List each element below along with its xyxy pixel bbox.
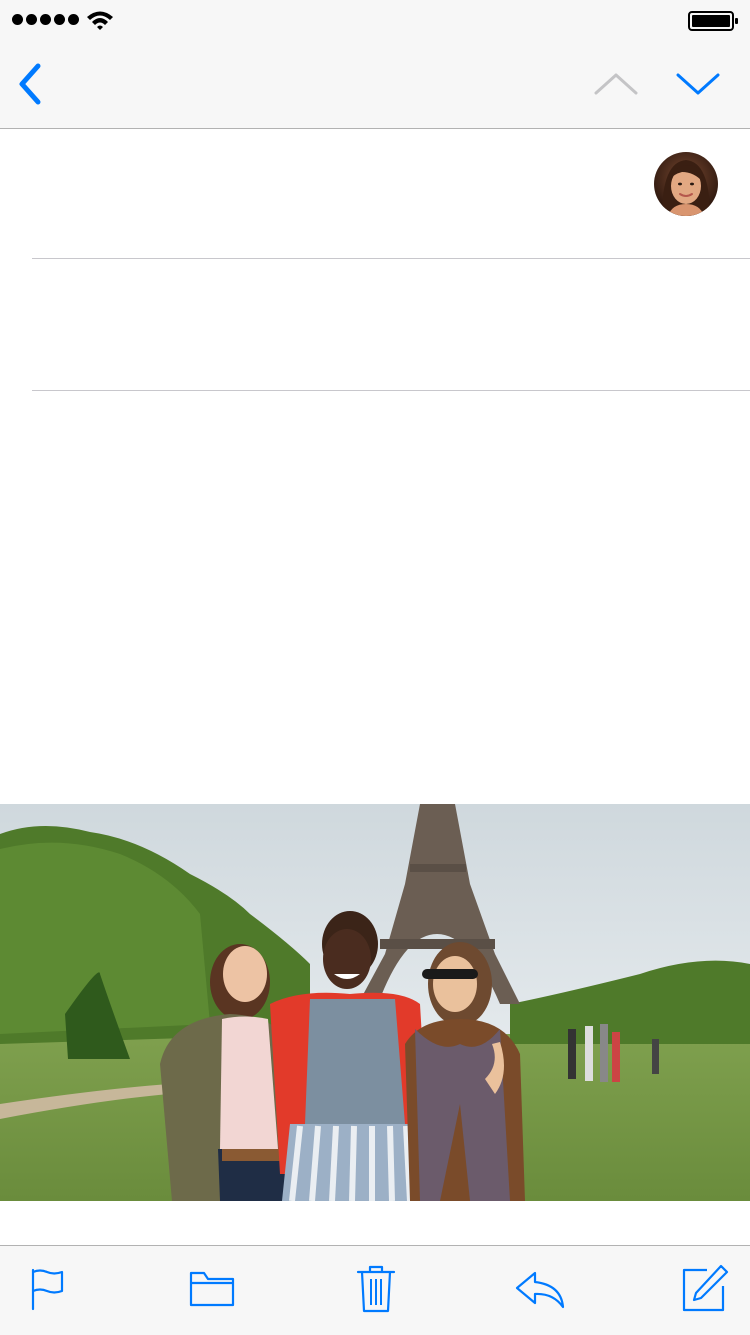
flag-icon bbox=[31, 1268, 64, 1311]
chevron-up-icon bbox=[594, 73, 638, 95]
next-message-button[interactable] bbox=[670, 60, 726, 108]
signal-strength-icon bbox=[12, 14, 79, 25]
wifi-icon bbox=[87, 11, 113, 30]
signal-dot bbox=[12, 14, 23, 25]
attached-photo[interactable] bbox=[0, 804, 750, 1201]
previous-message-button[interactable] bbox=[588, 60, 644, 108]
trash-button[interactable] bbox=[346, 1262, 406, 1316]
folder-icon bbox=[189, 1271, 235, 1307]
avatar-image bbox=[654, 152, 718, 216]
compose-button[interactable] bbox=[674, 1262, 734, 1316]
navigation-bar bbox=[0, 40, 750, 129]
signal-dot bbox=[54, 14, 65, 25]
message-header bbox=[0, 129, 750, 259]
move-to-folder-button[interactable] bbox=[182, 1262, 242, 1316]
signal-dot bbox=[68, 14, 79, 25]
status-bar bbox=[0, 0, 750, 40]
reply-icon bbox=[515, 1271, 565, 1309]
reply-button[interactable] bbox=[510, 1262, 570, 1316]
signal-dot bbox=[26, 14, 37, 25]
compose-icon bbox=[682, 1264, 729, 1312]
message-subject-area bbox=[32, 259, 750, 390]
bottom-toolbar bbox=[0, 1245, 750, 1335]
flag-button[interactable] bbox=[18, 1262, 78, 1316]
back-chevron-icon bbox=[19, 63, 41, 105]
battery-icon bbox=[688, 11, 738, 31]
photo-image bbox=[0, 804, 750, 1201]
chevron-down-icon bbox=[676, 73, 720, 95]
message-body bbox=[0, 391, 750, 804]
trash-icon bbox=[356, 1265, 396, 1313]
sender-avatar[interactable] bbox=[654, 152, 718, 216]
signal-dot bbox=[40, 14, 51, 25]
back-button[interactable] bbox=[4, 54, 56, 114]
